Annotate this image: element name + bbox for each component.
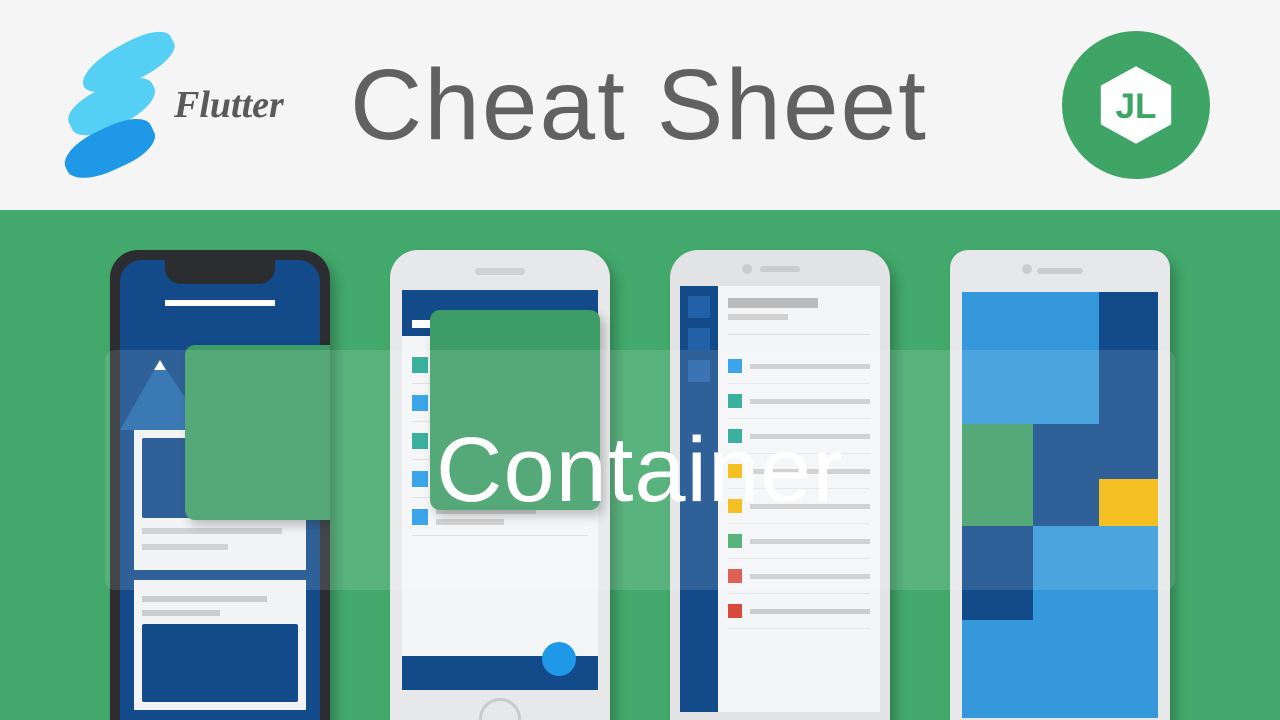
slider xyxy=(402,656,598,690)
phone-mockup-4 xyxy=(950,250,1170,720)
main-hero: Container xyxy=(0,210,1280,720)
floating-container-icon xyxy=(185,345,330,520)
page-title: Cheat Sheet xyxy=(350,48,1032,163)
list-item xyxy=(728,559,870,594)
list-item xyxy=(728,349,870,384)
header: Flutter Cheat Sheet JL xyxy=(0,0,1280,210)
nav-rail xyxy=(680,286,718,712)
hexagon-icon: JL xyxy=(1092,61,1180,149)
phone-mockup-1 xyxy=(110,250,330,720)
floating-container-icon xyxy=(430,310,600,510)
phone-mockup-2 xyxy=(390,250,610,720)
badge-initials: JL xyxy=(1115,87,1156,126)
camera-icon xyxy=(742,264,752,274)
header-block xyxy=(728,298,870,320)
list-item xyxy=(728,524,870,559)
earpiece-icon xyxy=(1037,268,1083,274)
list-card xyxy=(134,580,306,710)
flutter-brush-icon xyxy=(60,30,180,180)
home-button-icon xyxy=(479,698,521,720)
flutter-logo-text: Flutter xyxy=(174,83,284,127)
earpiece-icon xyxy=(760,266,800,272)
slider-thumb-icon xyxy=(542,642,576,676)
earpiece-icon xyxy=(475,268,525,275)
list-item xyxy=(728,419,870,454)
flutter-logo: Flutter xyxy=(60,30,320,180)
phone-notch-icon xyxy=(165,260,275,284)
list-item xyxy=(728,454,870,489)
grid-mosaic xyxy=(962,292,1158,718)
author-badge: JL xyxy=(1062,31,1210,179)
list-item xyxy=(728,594,870,629)
list-item xyxy=(728,384,870,419)
phone-mockup-3 xyxy=(670,250,890,720)
camera-icon xyxy=(1022,264,1032,274)
list-item xyxy=(728,489,870,524)
